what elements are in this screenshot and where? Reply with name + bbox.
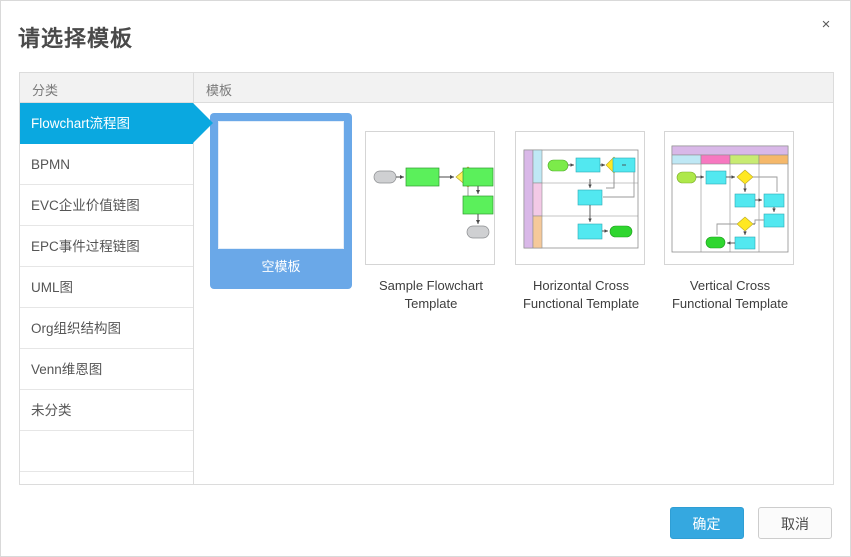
template-label: Sample Flowchart Template — [378, 278, 484, 311]
dialog-footer: 确定 取消 — [669, 507, 832, 539]
sidebar-item-epc[interactable]: EPC事件过程链图 — [20, 226, 193, 267]
template-thumbnail-blank — [218, 121, 344, 249]
template-card-sample-flowchart[interactable]: Sample Flowchart Template — [365, 131, 497, 313]
sample-flowchart-diagram-overlay — [462, 167, 494, 239]
sidebar-item-label: UML图 — [31, 280, 74, 295]
template-thumbnail-horizontal-cross-functional — [515, 131, 645, 265]
confirm-button[interactable]: 确定 — [669, 507, 744, 539]
horizontal-cross-functional-diagram — [523, 149, 639, 249]
sidebar-item-label: Venn维恩图 — [31, 362, 103, 377]
template-thumbnail-vertical-cross-functional — [664, 131, 794, 265]
sidebar-item-venn[interactable]: Venn维恩图 — [20, 349, 193, 390]
sidebar-item-evc[interactable]: EVC企业价值链图 — [20, 185, 193, 226]
select-template-dialog: 请选择模板 × 分类 模板 Flowchart流程图 BPMN EVC企业价值链… — [0, 0, 851, 557]
template-browser-panel: 分类 模板 Flowchart流程图 BPMN EVC企业价值链图 EPC事件过… — [19, 72, 834, 485]
sidebar-item-empty — [20, 431, 193, 472]
sidebar-item-uncategorized[interactable]: 未分类 — [20, 390, 193, 431]
sidebar-item-uml[interactable]: UML图 — [20, 267, 193, 308]
dialog-header: 请选择模板 × — [1, 1, 851, 71]
template-card-horizontal-cross-functional[interactable]: Horizontal Cross Functional Template — [515, 131, 647, 313]
close-icon[interactable]: × — [816, 15, 836, 35]
sidebar-item-label: EVC企业价值链图 — [31, 198, 140, 213]
sidebar-item-label: BPMN — [31, 157, 71, 172]
template-card-blank[interactable]: 空模板 — [210, 113, 352, 289]
template-card-vertical-cross-functional[interactable]: Vertical Cross Functional Template — [664, 131, 796, 313]
sidebar-item-label: Org组织结构图 — [31, 321, 122, 336]
page-title: 请选择模板 — [18, 26, 134, 51]
sidebar-item-label: EPC事件过程链图 — [31, 239, 140, 254]
column-header-template: 模板 — [194, 73, 833, 102]
column-header-row: 分类 模板 — [20, 73, 833, 103]
category-sidebar: Flowchart流程图 BPMN EVC企业价值链图 EPC事件过程链图 UM… — [20, 103, 213, 484]
column-header-category-label: 分类 — [32, 83, 59, 98]
template-label: Horizontal Cross Functional Template — [522, 278, 640, 311]
cancel-button[interactable]: 取消 — [758, 507, 832, 539]
vertical-cross-functional-diagram — [671, 145, 789, 253]
column-header-category: 分类 — [20, 73, 194, 102]
sidebar-item-label: Flowchart流程图 — [31, 116, 131, 131]
template-thumbnail-sample-flowchart — [365, 131, 495, 265]
sidebar-item-label: 未分类 — [31, 403, 72, 418]
template-label: 空模板 — [261, 259, 301, 274]
template-label: Vertical Cross Functional Template — [671, 278, 789, 311]
column-header-template-label: 模板 — [206, 83, 233, 98]
sidebar-item-flowchart[interactable]: Flowchart流程图 — [20, 103, 213, 144]
template-grid: 空模板 Sample Flowchart Template Horizontal… — [195, 103, 833, 484]
sidebar-item-bpmn[interactable]: BPMN — [20, 144, 193, 185]
sidebar-item-org[interactable]: Org组织结构图 — [20, 308, 193, 349]
